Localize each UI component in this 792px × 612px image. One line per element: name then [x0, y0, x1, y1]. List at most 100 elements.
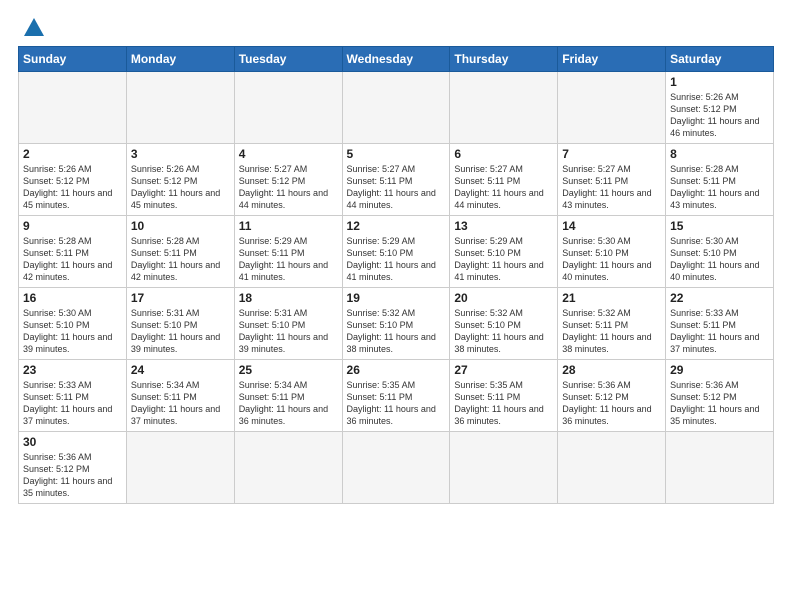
cell-content: Sunrise: 5:27 AMSunset: 5:12 PMDaylight:…: [239, 163, 338, 212]
day-number: 18: [239, 291, 338, 305]
day-number: 21: [562, 291, 661, 305]
day-number: 28: [562, 363, 661, 377]
cell-content: Sunrise: 5:28 AMSunset: 5:11 PMDaylight:…: [23, 235, 122, 284]
day-number: 6: [454, 147, 553, 161]
calendar-cell: 1Sunrise: 5:26 AMSunset: 5:12 PMDaylight…: [666, 72, 774, 144]
calendar-cell: 5 Sunrise: 5:27 AMSunset: 5:11 PMDaylight…: [342, 144, 450, 216]
calendar-cell: [666, 432, 774, 504]
calendar-cell: 14Sunrise: 5:30 AMSunset: 5:10 PMDayligh…: [558, 216, 666, 288]
calendar-cell: [126, 72, 234, 144]
day-number: 14: [562, 219, 661, 233]
cell-content: Sunrise: 5:27 AMSunset: 5:11 PMDaylight:…: [454, 163, 553, 212]
day-number: 10: [131, 219, 230, 233]
calendar-cell: 12 Sunrise: 5:29 AMSunset: 5:10 PMDayligh…: [342, 216, 450, 288]
calendar-cell: 11Sunrise: 5:29 AMSunset: 5:11 PMDayligh…: [234, 216, 342, 288]
calendar-cell: 16 Sunrise: 5:30 AMSunset: 5:10 PMDayligh…: [19, 288, 127, 360]
cell-content: Sunrise: 5:27 AMSunset: 5:11 PMDaylight:…: [347, 163, 446, 212]
calendar-cell: 2 Sunrise: 5:26 AMSunset: 5:12 PMDaylight…: [19, 144, 127, 216]
logo-triangle-icon: [24, 18, 44, 36]
logo-area: [18, 18, 48, 36]
day-number: 23: [23, 363, 122, 377]
cell-content: Sunrise: 5:34 AMSunset: 5:11 PMDaylight:…: [131, 379, 230, 428]
day-number: 7: [562, 147, 661, 161]
day-number: 16: [23, 291, 122, 305]
cell-content: Sunrise: 5:31 AMSunset: 5:10 PMDaylight:…: [239, 307, 338, 356]
calendar-table: SundayMondayTuesdayWednesdayThursdayFrid…: [18, 46, 774, 504]
weekday-header-tuesday: Tuesday: [234, 47, 342, 72]
calendar-cell: 3 Sunrise: 5:26 AMSunset: 5:12 PMDaylight…: [126, 144, 234, 216]
weekday-header-friday: Friday: [558, 47, 666, 72]
day-number: 29: [670, 363, 769, 377]
day-number: 9: [23, 219, 122, 233]
calendar-cell: 18 Sunrise: 5:31 AMSunset: 5:10 PMDayligh…: [234, 288, 342, 360]
calendar-cell: 19 Sunrise: 5:32 AMSunset: 5:10 PMDayligh…: [342, 288, 450, 360]
cell-content: Sunrise: 5:33 AMSunset: 5:11 PMDaylight:…: [670, 307, 769, 356]
day-number: 24: [131, 363, 230, 377]
cell-content: Sunrise: 5:26 AMSunset: 5:12 PMDaylight:…: [23, 163, 122, 212]
weekday-header-saturday: Saturday: [666, 47, 774, 72]
calendar-cell: 24 Sunrise: 5:34 AMSunset: 5:11 PMDayligh…: [126, 360, 234, 432]
day-number: 12: [347, 219, 446, 233]
cell-content: Sunrise: 5:26 AMSunset: 5:12 PMDaylight:…: [131, 163, 230, 212]
cell-content: Sunrise: 5:28 AMSunset: 5:11 PMDaylight:…: [131, 235, 230, 284]
calendar-cell: 30 Sunrise: 5:36 AMSunset: 5:12 PMDayligh…: [19, 432, 127, 504]
day-number: 1: [670, 75, 769, 89]
cell-content: Sunrise: 5:30 AMSunset: 5:10 PMDaylight:…: [670, 235, 769, 284]
weekday-row: SundayMondayTuesdayWednesdayThursdayFrid…: [19, 47, 774, 72]
cell-content: Sunrise: 5:32 AMSunset: 5:10 PMDaylight:…: [347, 307, 446, 356]
calendar-cell: 23 Sunrise: 5:33 AMSunset: 5:11 PMDayligh…: [19, 360, 127, 432]
calendar-cell: [342, 72, 450, 144]
day-number: 3: [131, 147, 230, 161]
day-number: 8: [670, 147, 769, 161]
calendar-cell: [450, 432, 558, 504]
day-number: 19: [347, 291, 446, 305]
cell-content: Sunrise: 5:36 AMSunset: 5:12 PMDaylight:…: [670, 379, 769, 428]
calendar-body: 1 Sunrise: 5:26 AMSunset: 5:12 PMDaylight…: [19, 72, 774, 504]
calendar-cell: 10 Sunrise: 5:28 AMSunset: 5:11 PMDayligh…: [126, 216, 234, 288]
calendar-cell: 4Sunrise: 5:27 AMSunset: 5:12 PMDaylight…: [234, 144, 342, 216]
day-number: 17: [131, 291, 230, 305]
day-number: 22: [670, 291, 769, 305]
day-number: 2: [23, 147, 122, 161]
day-number: 13: [454, 219, 553, 233]
weekday-header-monday: Monday: [126, 47, 234, 72]
week-row-1: 2 Sunrise: 5:26 AMSunset: 5:12 PMDaylight…: [19, 144, 774, 216]
day-number: 15: [670, 219, 769, 233]
cell-content: Sunrise: 5:28 AMSunset: 5:11 PMDaylight:…: [670, 163, 769, 212]
week-row-3: 16 Sunrise: 5:30 AMSunset: 5:10 PMDayligh…: [19, 288, 774, 360]
cell-content: Sunrise: 5:29 AMSunset: 5:10 PMDaylight:…: [347, 235, 446, 284]
calendar-cell: 9 Sunrise: 5:28 AMSunset: 5:11 PMDaylight…: [19, 216, 127, 288]
week-row-4: 23 Sunrise: 5:33 AMSunset: 5:11 PMDayligh…: [19, 360, 774, 432]
calendar-cell: [342, 432, 450, 504]
cell-content: Sunrise: 5:30 AMSunset: 5:10 PMDaylight:…: [23, 307, 122, 356]
calendar-cell: 21 Sunrise: 5:32 AMSunset: 5:11 PMDayligh…: [558, 288, 666, 360]
page: SundayMondayTuesdayWednesdayThursdayFrid…: [0, 0, 792, 612]
header: [18, 18, 774, 36]
calendar-cell: 15 Sunrise: 5:30 AMSunset: 5:10 PMDayligh…: [666, 216, 774, 288]
day-number: 26: [347, 363, 446, 377]
cell-content: Sunrise: 5:29 AMSunset: 5:11 PMDaylight:…: [239, 235, 338, 284]
weekday-header-sunday: Sunday: [19, 47, 127, 72]
cell-content: Sunrise: 5:36 AMSunset: 5:12 PMDaylight:…: [23, 451, 122, 500]
weekday-header-thursday: Thursday: [450, 47, 558, 72]
cell-content: Sunrise: 5:34 AMSunset: 5:11 PMDaylight:…: [239, 379, 338, 428]
week-row-0: 1Sunrise: 5:26 AMSunset: 5:12 PMDaylight…: [19, 72, 774, 144]
calendar-cell: 7 Sunrise: 5:27 AMSunset: 5:11 PMDaylight…: [558, 144, 666, 216]
calendar-cell: [234, 72, 342, 144]
cell-content: Sunrise: 5:35 AMSunset: 5:11 PMDaylight:…: [347, 379, 446, 428]
cell-content: Sunrise: 5:27 AMSunset: 5:11 PMDaylight:…: [562, 163, 661, 212]
day-number: 20: [454, 291, 553, 305]
calendar-cell: 26 Sunrise: 5:35 AMSunset: 5:11 PMDayligh…: [342, 360, 450, 432]
day-number: 30: [23, 435, 122, 449]
calendar-cell: 8 Sunrise: 5:28 AMSunset: 5:11 PMDaylight…: [666, 144, 774, 216]
cell-content: Sunrise: 5:33 AMSunset: 5:11 PMDaylight:…: [23, 379, 122, 428]
cell-content: Sunrise: 5:35 AMSunset: 5:11 PMDaylight:…: [454, 379, 553, 428]
day-number: 27: [454, 363, 553, 377]
cell-content: Sunrise: 5:32 AMSunset: 5:11 PMDaylight:…: [562, 307, 661, 356]
calendar-cell: [234, 432, 342, 504]
day-number: 5: [347, 147, 446, 161]
calendar-cell: [558, 432, 666, 504]
calendar-cell: 17 Sunrise: 5:31 AMSunset: 5:10 PMDayligh…: [126, 288, 234, 360]
cell-content: Sunrise: 5:31 AMSunset: 5:10 PMDaylight:…: [131, 307, 230, 356]
cell-content: Sunrise: 5:36 AMSunset: 5:12 PMDaylight:…: [562, 379, 661, 428]
